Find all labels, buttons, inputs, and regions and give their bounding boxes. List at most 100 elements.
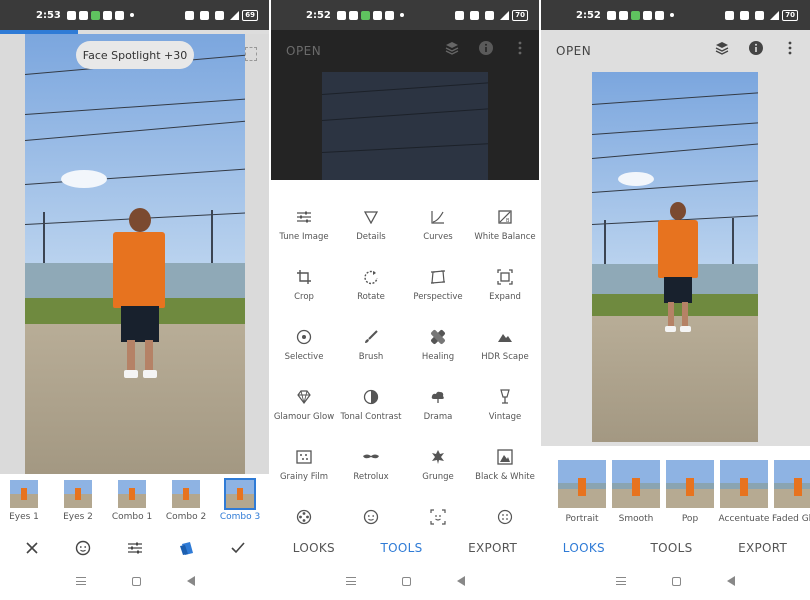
info-icon[interactable] [478,40,494,56]
notification-dot-icon [669,13,674,17]
tool-label: Black & White [475,472,535,482]
signal-icon [770,10,780,20]
check-icon[interactable] [226,536,250,560]
tool-brush[interactable]: Brush [337,328,405,362]
tab-looks[interactable]: LOOKS [563,541,605,555]
home-icon[interactable] [401,576,411,586]
styles-icon[interactable] [175,536,199,560]
sliders-icon[interactable] [123,536,147,560]
instagram-icon [114,10,124,20]
hdr-icon [496,328,514,346]
tool-selective[interactable]: Selective [270,328,338,362]
tool-black-white[interactable]: Black & White [471,448,539,482]
top-actions [714,40,798,56]
messenger-icon [348,10,358,20]
tool-face-enhance[interactable] [337,508,405,526]
signal-icon [230,10,240,20]
look-thumb-portrait[interactable] [558,460,606,508]
tool-tonal-contrast[interactable]: Tonal Contrast [337,388,405,422]
back-icon[interactable] [186,576,195,586]
battery-indicator: 70 [512,9,528,21]
tab-export[interactable]: EXPORT [468,541,517,555]
tool-label: Selective [284,352,324,362]
style-thumb-combo-2[interactable] [172,480,200,508]
tool-grunge[interactable]: Grunge [404,448,472,482]
style-thumb-combo-1[interactable] [118,480,146,508]
tool-head-pose[interactable] [404,508,472,526]
editor-toolbar [0,530,270,566]
face-icon[interactable] [71,536,95,560]
tool-details[interactable]: Details [337,208,405,242]
dimmed-photo-preview [322,72,488,180]
tool-film-reel[interactable] [270,508,338,526]
look-label: Smooth [618,514,654,524]
tool-drama[interactable]: Drama [404,388,472,422]
tool-perspective[interactable]: Perspective [404,268,472,302]
home-icon[interactable] [131,576,141,586]
style-label: Eyes 1 [9,512,39,522]
tool-vintage[interactable]: Vintage [471,388,539,422]
face-spotlight-value: Face Spotlight +30 [76,41,194,69]
photo-preview[interactable] [592,72,758,442]
open-button[interactable]: OPEN [556,44,591,58]
look-thumb-smooth[interactable] [612,460,660,508]
tune-icon [295,208,313,226]
menu-icon[interactable] [75,577,86,585]
status-time: 2:52 [306,9,331,21]
bottom-tabs: LOOKS TOOLS EXPORT [270,530,540,566]
battery-indicator: 69 [242,9,258,21]
more-vert-icon[interactable] [512,40,528,56]
look-thumb-faded-glow[interactable] [774,460,810,508]
tool-crop[interactable]: Crop [270,268,338,302]
more-vert-icon[interactable] [782,40,798,56]
tab-tools[interactable]: TOOLS [651,541,693,555]
compare-icon[interactable] [245,47,257,61]
info-icon[interactable] [748,40,764,56]
style-thumb-combo-3[interactable] [224,478,256,510]
style-thumb-eyes-1[interactable] [10,480,38,508]
menu-icon[interactable] [615,577,626,585]
system-nav-bar [270,562,540,600]
look-thumb-accentuate[interactable] [720,460,768,508]
back-icon[interactable] [726,576,735,586]
tool-label: Tune Image [279,232,329,242]
close-icon[interactable] [20,536,44,560]
tab-export[interactable]: EXPORT [738,541,787,555]
tool-label: White Balance [474,232,536,242]
face-frame-icon [429,508,447,526]
layers-icon[interactable] [444,40,460,56]
tool-retrolux[interactable]: Retrolux [337,448,405,482]
tool-healing[interactable]: Healing [404,328,472,362]
open-button[interactable]: OPEN [286,44,321,58]
face-icon [362,508,380,526]
status-bar: 2:52 70 [540,0,810,30]
home-icon[interactable] [671,576,681,586]
menu-icon[interactable] [345,577,356,585]
top-actions [444,40,528,56]
tab-tools[interactable]: TOOLS [381,541,423,555]
style-strip: Eyes 1 Eyes 2 Combo 1 Combo 2 Combo 3 [0,474,270,530]
tool-rotate[interactable]: Rotate [337,268,405,302]
tool-lens-blur[interactable] [471,508,539,526]
tool-tune-image[interactable]: Tune Image [270,208,338,242]
wifi-icon [215,10,225,20]
look-thumb-pop[interactable] [666,460,714,508]
style-thumb-eyes-2[interactable] [64,480,92,508]
tool-grainy-film[interactable]: Grainy Film [270,448,338,482]
tool-hdr-scape[interactable]: HDR Scape [471,328,539,362]
photo-preview[interactable] [25,34,245,474]
tool-expand[interactable]: Expand [471,268,539,302]
tool-curves[interactable]: Curves [404,208,472,242]
dots-icon [496,508,514,526]
white-balance-icon: B [496,208,514,226]
layers-icon[interactable] [714,40,730,56]
style-label: Combo 2 [165,512,207,522]
tool-label: Retrolux [353,472,389,482]
tool-label: Healing [421,352,455,362]
tool-glamour-glow[interactable]: Glamour Glow [270,388,338,422]
tab-looks[interactable]: LOOKS [293,541,335,555]
tool-white-balance[interactable]: B White Balance [471,208,539,242]
facebook-icon [66,10,76,20]
svg-text:B: B [506,218,510,224]
back-icon[interactable] [456,576,465,586]
